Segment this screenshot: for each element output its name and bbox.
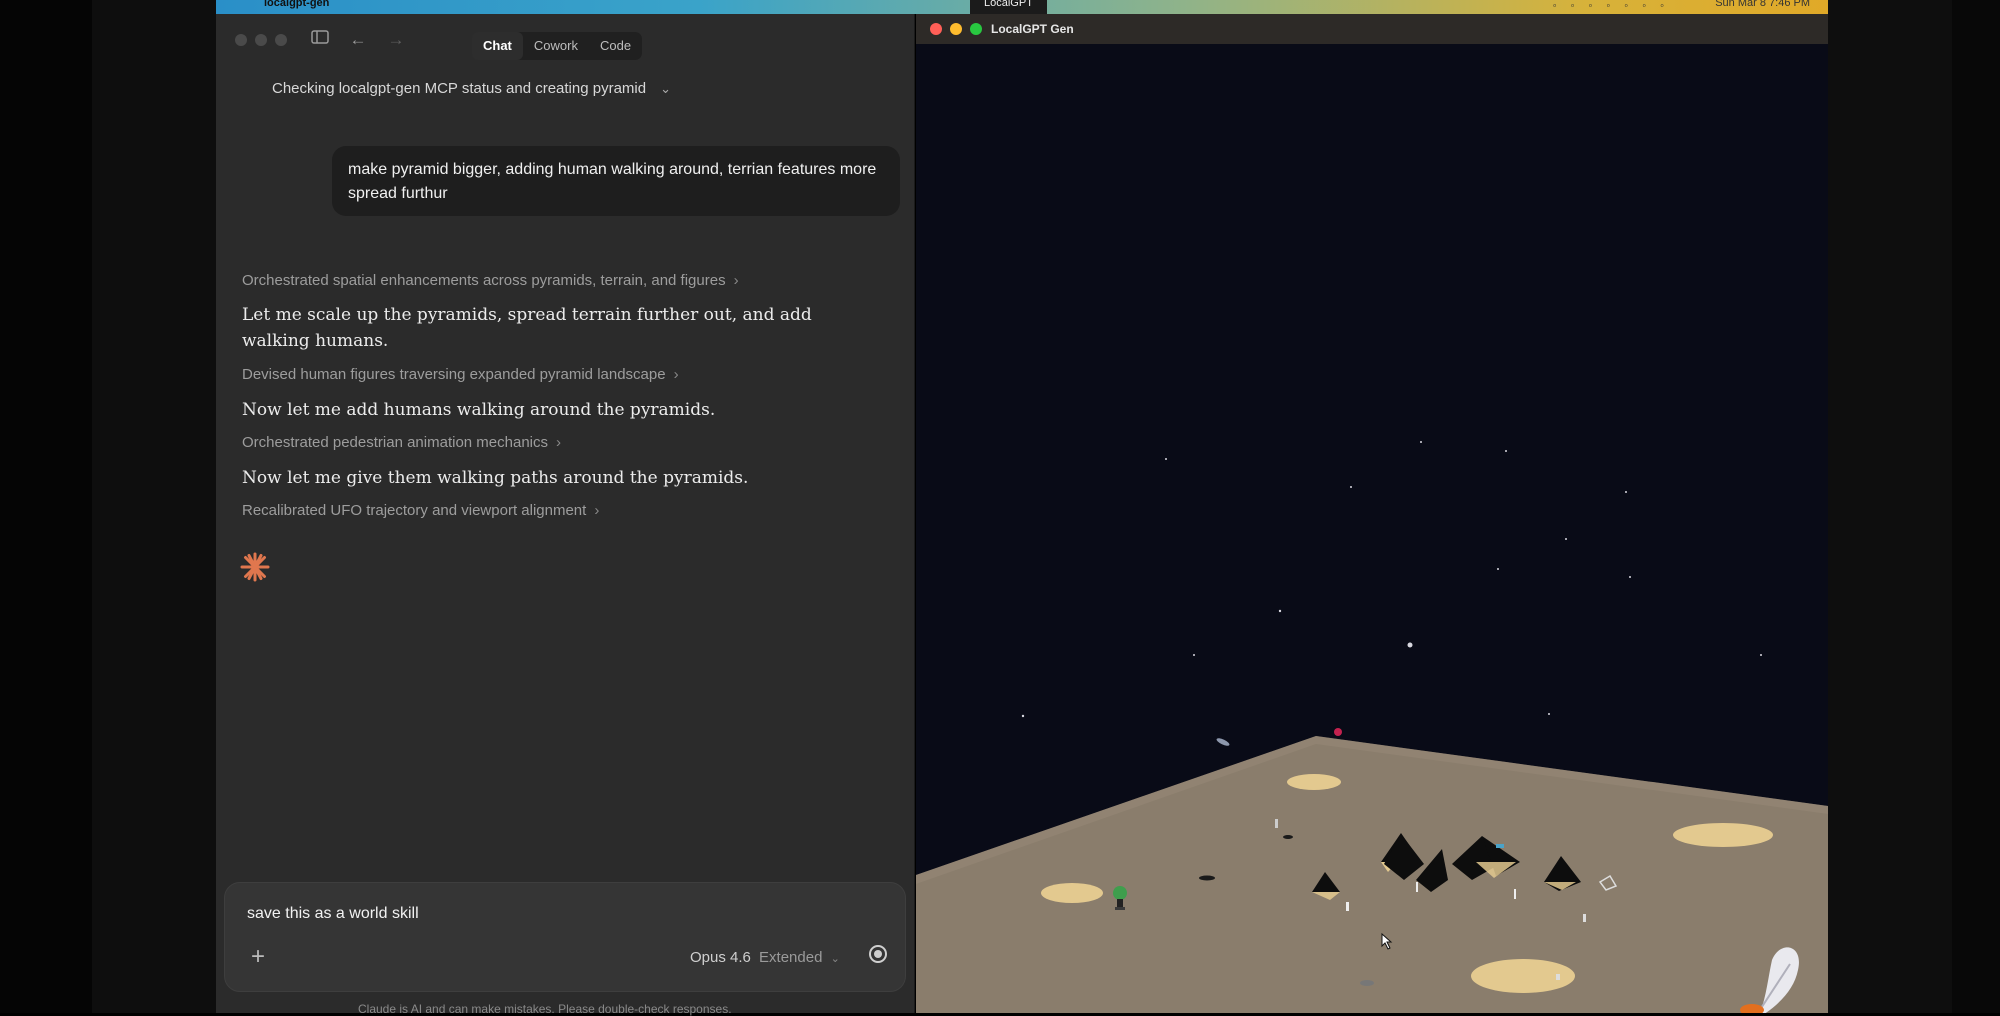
model-selector[interactable]: Opus 4.6 Extended ⌄ [690,949,840,966]
plus-icon[interactable]: + [251,945,265,969]
tab-chat[interactable]: Chat [472,32,523,60]
close-window-button[interactable] [235,34,247,46]
user-message-text: make pyramid bigger, adding human walkin… [348,161,877,202]
thought-summary-text: Orchestrated spatial enhancements across… [242,272,726,289]
chevron-down-icon: ⌄ [830,953,840,965]
disclaimer-text: Claude is AI and can make mistakes. Plea… [358,1002,732,1016]
menubar-clock[interactable]: Sun Mar 8 7:46 PM [1715,0,1810,9]
thought-summary-text: Orchestrated pedestrian animation mechan… [242,434,548,451]
thought-summary-text: Devised human figures traversing expande… [242,366,666,383]
tool-status-text: Checking localgpt-gen MCP status and cre… [272,80,647,97]
sidebar-icon[interactable] [308,28,332,52]
chevron-right-icon: › [556,434,561,451]
chevron-down-icon: ⌄ [660,80,671,96]
thought-summary[interactable]: Orchestrated spatial enhancements across… [242,272,739,289]
model-mode: Extended [759,949,823,966]
thought-summary[interactable]: Recalibrated UFO trajectory and viewport… [242,502,599,519]
game-titlebar: LocalGPT Gen [916,14,1828,44]
menubar-tray-icons[interactable]: ◦◦◦◦◦◦◦ [1553,0,1678,12]
chat-window: ← → Chat Cowork Code Checking localgpt-g… [216,14,915,1016]
chevron-right-icon: › [594,502,600,519]
zoom-window-button[interactable] [970,23,982,35]
minimize-window-button[interactable] [255,34,267,46]
game-viewport[interactable] [916,44,1828,1013]
close-window-button[interactable] [930,23,942,35]
minimize-window-button[interactable] [950,23,962,35]
screen-bezel-left-inner [92,0,216,1013]
message-input[interactable]: save this as a world skill [247,905,419,923]
screen-bezel-right-inner [1828,0,1952,1013]
tool-status-row[interactable]: Checking localgpt-gen MCP status and cre… [272,80,671,97]
spark-icon [240,552,270,582]
chat-titlebar: ← → Chat Cowork Code [216,22,914,60]
thought-summary[interactable]: Orchestrated pedestrian animation mechan… [242,434,561,451]
menubar-app-name[interactable]: localgpt-gen [264,0,329,9]
message-composer: save this as a world skill + Opus 4.6 Ex… [224,882,906,992]
tab-cowork[interactable]: Cowork [523,32,589,60]
thought-summary-text: Recalibrated UFO trajectory and viewport… [242,502,587,519]
assistant-reply: Now let me add humans walking around the… [242,400,716,420]
game-window[interactable]: LocalGPT Gen [916,14,1828,1013]
chevron-right-icon: › [673,366,679,383]
mode-tabs: Chat Cowork Code [472,32,643,60]
user-message-bubble: make pyramid bigger, adding human walkin… [332,146,900,216]
zoom-window-button[interactable] [275,34,287,46]
model-name: Opus 4.6 [690,949,751,966]
assistant-reply: Let me scale up the pyramids, spread ter… [242,305,812,351]
chevron-right-icon: › [733,272,739,289]
thought-summary[interactable]: Devised human figures traversing expande… [242,366,679,383]
assistant-reply: Now let me give them walking paths aroun… [242,468,749,488]
forward-arrow-icon[interactable]: → [384,28,408,52]
voice-icon[interactable] [869,945,887,963]
back-arrow-icon[interactable]: ← [346,28,370,52]
menubar-center-app[interactable]: LocalGPT [970,0,1047,14]
tab-code[interactable]: Code [589,32,642,60]
marker-dot [1334,728,1342,736]
menu-bar: localgpt-gen LocalGPT ◦◦◦◦◦◦◦ Sun Mar 8 … [216,0,1828,14]
game-window-title: LocalGPT Gen [991,22,1074,36]
